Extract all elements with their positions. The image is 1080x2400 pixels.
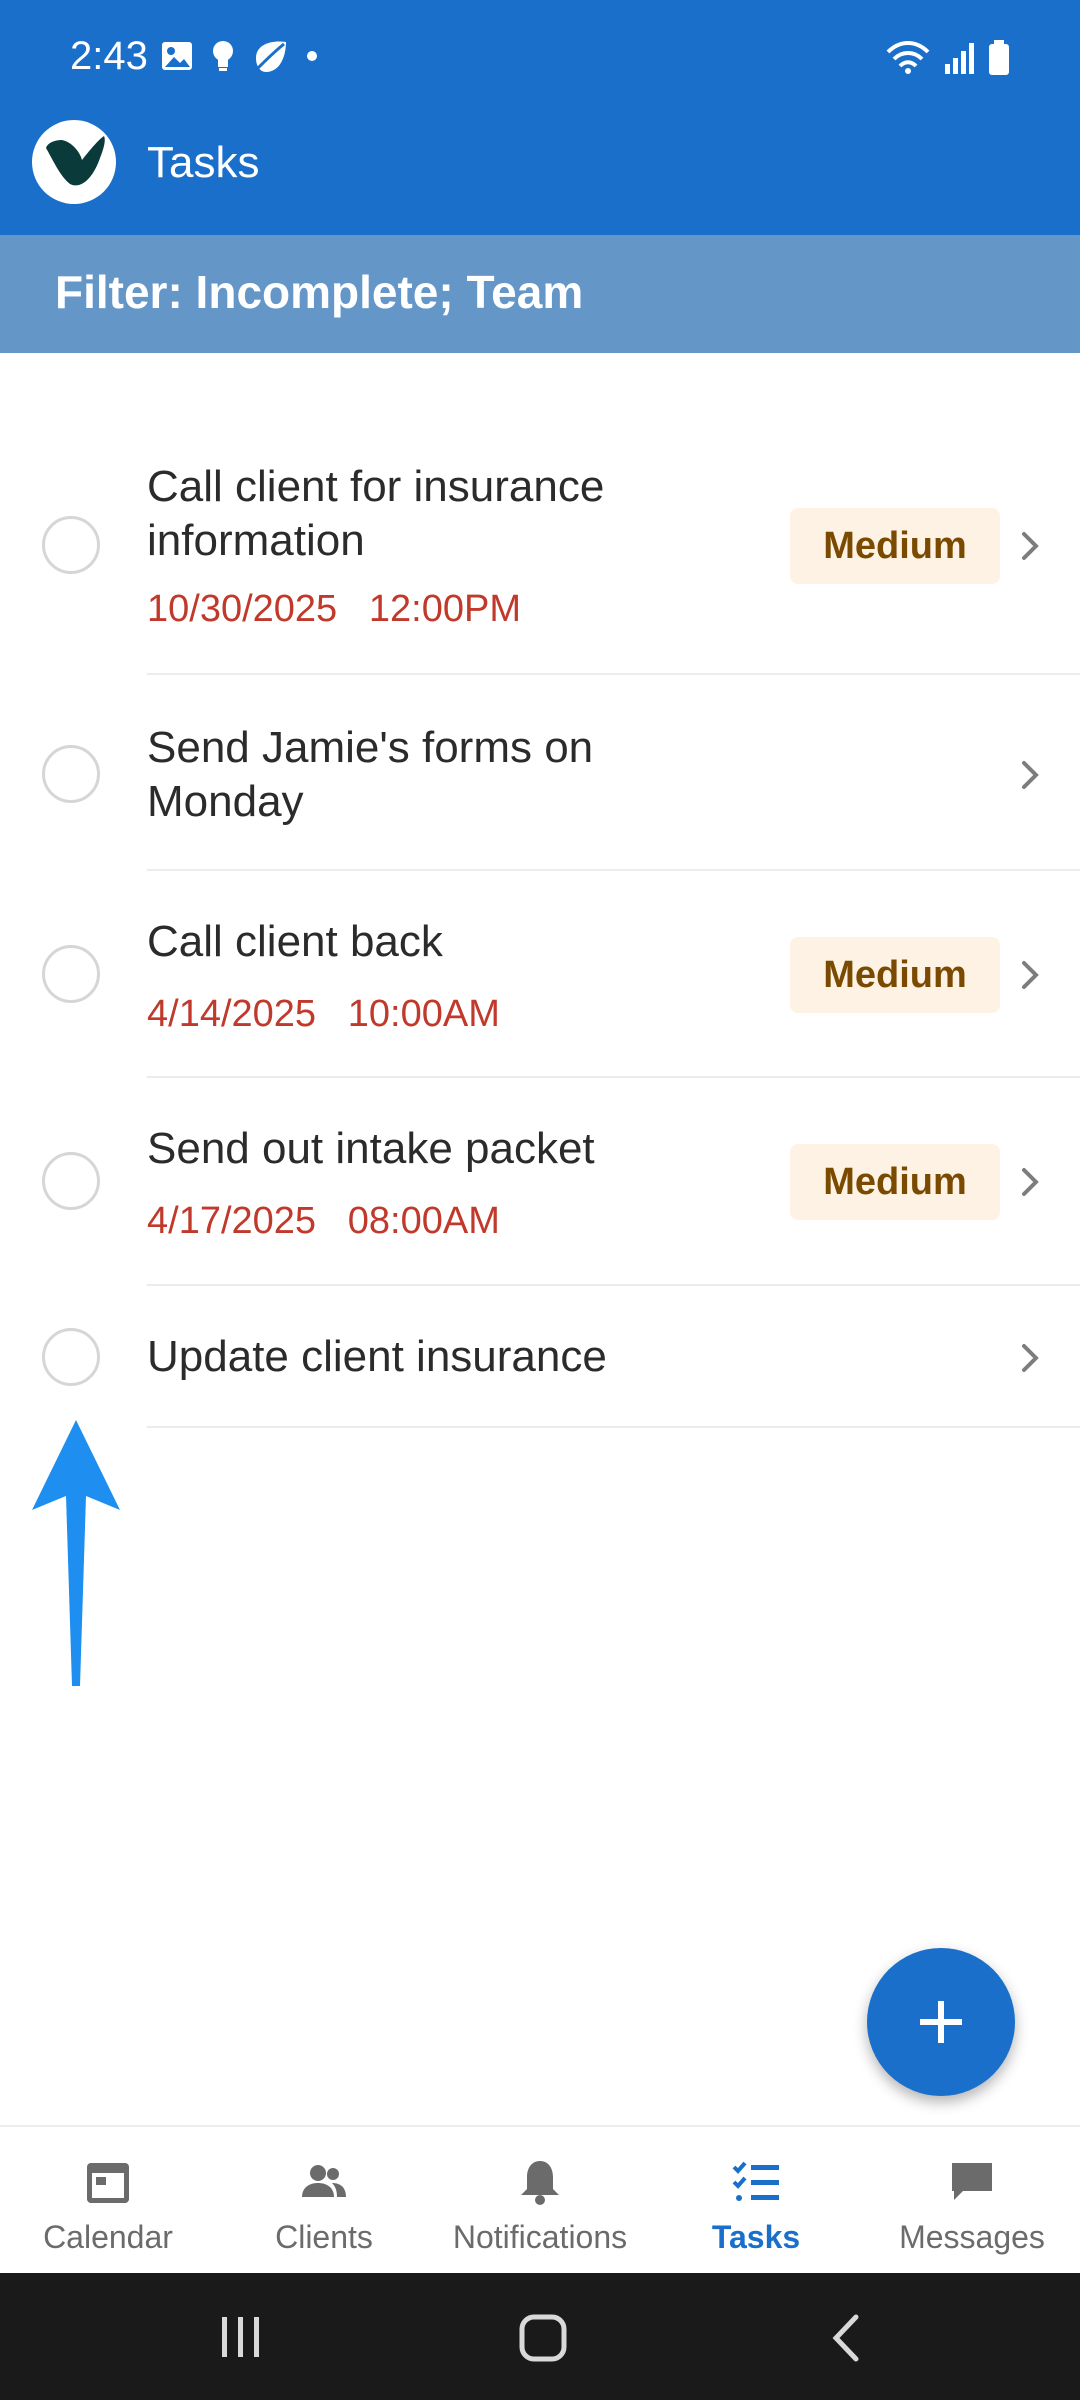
system-nav-bar bbox=[0, 2273, 1080, 2400]
divider bbox=[147, 1426, 1080, 1428]
task-date: 10/30/2025 bbox=[147, 588, 338, 630]
task-date: 4/17/2025 bbox=[147, 1200, 317, 1242]
priority-badge: Medium bbox=[790, 1144, 1000, 1220]
app-logo bbox=[32, 120, 116, 204]
calendar-icon bbox=[87, 2163, 129, 2203]
chevron-right-icon bbox=[1022, 532, 1039, 560]
home-icon[interactable] bbox=[518, 2313, 568, 2363]
wifi-icon bbox=[886, 41, 930, 74]
nav-clients[interactable]: Clients bbox=[216, 2127, 432, 2275]
filter-label: Filter: Incomplete; Team bbox=[55, 266, 584, 318]
chevron-right-icon bbox=[1022, 961, 1039, 989]
leaf-icon bbox=[256, 41, 286, 72]
task-row[interactable]: Send out intake packet 4/17/2025 08:00AM… bbox=[0, 1078, 1080, 1284]
task-row[interactable]: Update client insurance bbox=[0, 1286, 1080, 1426]
message-icon bbox=[952, 2163, 992, 2200]
chevron-right-icon bbox=[1022, 761, 1039, 789]
nav-label: Clients bbox=[275, 2219, 373, 2255]
recents-icon[interactable] bbox=[218, 2315, 262, 2359]
task-due-date: 10/30/2025 12:00PM bbox=[147, 588, 521, 631]
bottom-nav: Calendar Clients Notifications Tasks Mes… bbox=[0, 2125, 1080, 2273]
task-row[interactable]: Call client for insurance information 10… bbox=[0, 430, 1080, 673]
add-task-button[interactable] bbox=[867, 1948, 1015, 2096]
task-complete-radio[interactable] bbox=[42, 945, 100, 1003]
signal-icon bbox=[945, 43, 974, 74]
task-row[interactable]: Call client back 4/14/2025 10:00AM Mediu… bbox=[0, 871, 1080, 1076]
nav-tasks[interactable]: Tasks bbox=[648, 2127, 864, 2275]
priority-badge: Medium bbox=[790, 937, 1000, 1013]
chevron-right-icon bbox=[1022, 1344, 1039, 1372]
bulb-icon bbox=[213, 41, 233, 71]
task-row[interactable]: Send Jamie's forms on Monday bbox=[0, 675, 1080, 869]
plus-icon bbox=[920, 2001, 962, 2043]
annotation-arrow-icon bbox=[32, 1420, 120, 1686]
image-icon bbox=[162, 42, 192, 70]
app-bar: Tasks bbox=[0, 120, 1080, 235]
nav-label: Calendar bbox=[43, 2219, 173, 2255]
battery-icon bbox=[989, 40, 1009, 75]
chevron-right-icon bbox=[1022, 1168, 1039, 1196]
task-time: 12:00PM bbox=[368, 588, 521, 630]
status-bar: 2:43 bbox=[0, 0, 1080, 120]
clients-icon bbox=[302, 2165, 346, 2197]
filter-bar[interactable]: Filter: Incomplete; Team bbox=[0, 235, 1080, 353]
nav-label: Notifications bbox=[452, 2219, 628, 2255]
task-title: Call client back bbox=[147, 917, 443, 966]
tasks-icon bbox=[732, 2161, 779, 2201]
status-time: 2:43 bbox=[70, 34, 148, 78]
task-complete-radio[interactable] bbox=[42, 745, 100, 803]
task-time: 08:00AM bbox=[347, 1200, 500, 1242]
nav-messages[interactable]: Messages bbox=[864, 2127, 1080, 2275]
nav-notifications[interactable]: Notifications bbox=[432, 2127, 648, 2275]
page-title: Tasks bbox=[147, 138, 260, 187]
task-title: Call client for insurance information bbox=[147, 462, 605, 565]
bell-icon bbox=[521, 2161, 559, 2205]
task-title: Update client insurance bbox=[147, 1332, 607, 1381]
task-complete-radio[interactable] bbox=[42, 1328, 100, 1386]
task-complete-radio[interactable] bbox=[42, 1152, 100, 1210]
task-title: Send Jamie's forms on Monday bbox=[147, 723, 594, 826]
back-icon[interactable] bbox=[828, 2313, 862, 2363]
nav-label: Messages bbox=[899, 2219, 1045, 2255]
task-due-date: 4/17/2025 08:00AM bbox=[147, 1200, 500, 1243]
task-due-date: 4/14/2025 10:00AM bbox=[147, 993, 500, 1036]
task-time: 10:00AM bbox=[347, 993, 500, 1035]
task-title: Send out intake packet bbox=[147, 1124, 595, 1173]
status-icons-right bbox=[886, 40, 1010, 76]
dot-icon bbox=[307, 51, 317, 61]
task-complete-radio[interactable] bbox=[42, 516, 100, 574]
nav-label: Tasks bbox=[711, 2219, 801, 2255]
priority-badge: Medium bbox=[790, 508, 1000, 584]
status-icons-left bbox=[160, 38, 318, 74]
task-date: 4/14/2025 bbox=[147, 993, 317, 1035]
nav-calendar[interactable]: Calendar bbox=[0, 2127, 216, 2275]
